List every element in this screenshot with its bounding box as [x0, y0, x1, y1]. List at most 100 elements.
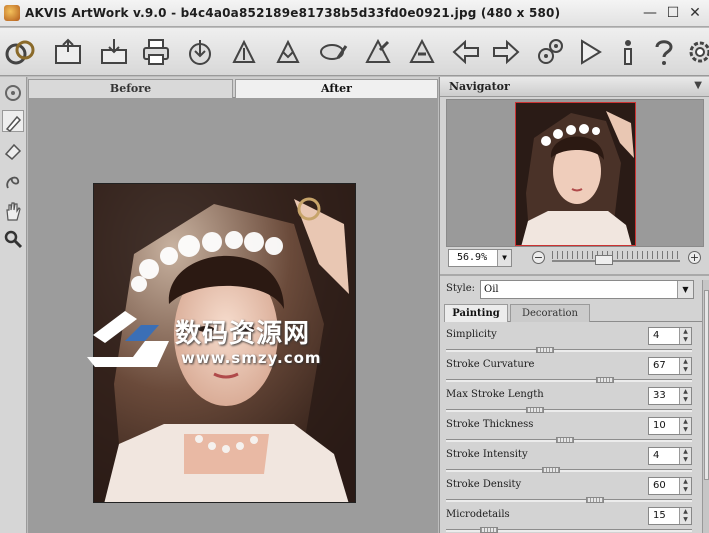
site-watermark: 数码资源网 www.smzy.com: [85, 305, 365, 385]
zoom-in-button[interactable]: +: [688, 251, 701, 264]
style-label: Style:: [446, 283, 476, 294]
view-tabs: Before After: [28, 77, 438, 98]
param-slider[interactable]: [446, 379, 692, 382]
param-value[interactable]: 15: [653, 510, 666, 521]
param-value[interactable]: 67: [653, 360, 666, 371]
spinner-icon[interactable]: ▲ ▼: [679, 448, 691, 464]
tab-before[interactable]: Before: [28, 79, 233, 98]
zoom-icon[interactable]: [2, 228, 24, 250]
load-preset-icon[interactable]: [362, 36, 394, 68]
navigator-preview[interactable]: [446, 99, 704, 247]
artwork-logo-icon[interactable]: [4, 36, 36, 68]
spinner-icon[interactable]: ▲ ▼: [679, 328, 691, 344]
spinner-icon[interactable]: ▲ ▼: [679, 358, 691, 374]
navigator-header[interactable]: Navigator ▼: [440, 77, 709, 97]
param-value-field[interactable]: 67 ▲ ▼: [648, 357, 692, 375]
param-value-field[interactable]: 4 ▲ ▼: [648, 327, 692, 345]
param-value-field[interactable]: 15 ▲ ▼: [648, 507, 692, 525]
preferences-icon[interactable]: [534, 36, 566, 68]
param-slider-handle[interactable]: [536, 347, 554, 353]
watermark-text: 数码资源网: [175, 319, 311, 349]
zoom-value: 56.9%: [457, 252, 488, 263]
param-label: Stroke Thickness: [446, 419, 534, 430]
print-icon[interactable]: [140, 36, 172, 68]
chevron-down-icon[interactable]: ▼: [677, 281, 693, 298]
parameter-list: Simplicity 4 ▲ ▼ Stroke Curvature 67 ▲ ▼ Max…: [440, 323, 702, 533]
batch-icon[interactable]: [272, 36, 304, 68]
spinner-icon[interactable]: ▲ ▼: [679, 388, 691, 404]
tab-decoration[interactable]: Decoration: [510, 304, 590, 322]
param-simplicity: Simplicity 4 ▲ ▼: [440, 325, 702, 355]
run-icon[interactable]: [574, 36, 606, 68]
spinner-icon[interactable]: ▲ ▼: [679, 418, 691, 434]
navigator-label: Navigator: [449, 80, 510, 93]
param-value-field[interactable]: 4 ▲ ▼: [648, 447, 692, 465]
param-value[interactable]: 60: [653, 480, 666, 491]
param-value-field[interactable]: 33 ▲ ▼: [648, 387, 692, 405]
settings-gear-icon[interactable]: [684, 36, 709, 68]
param-slider[interactable]: [446, 469, 692, 472]
info-icon[interactable]: [612, 36, 644, 68]
spinner-icon[interactable]: ▲ ▼: [679, 508, 691, 524]
brush-icon[interactable]: [2, 110, 24, 132]
param-microdetails: Microdetails 15 ▲ ▼: [440, 505, 702, 533]
param-slider-handle[interactable]: [556, 437, 574, 443]
param-slider[interactable]: [446, 349, 692, 352]
zoom-slider[interactable]: [552, 260, 680, 262]
param-stroke-thickness: Stroke Thickness 10 ▲ ▼: [440, 415, 702, 445]
style-row: Style: Oil ▼: [440, 280, 702, 300]
maximize-button[interactable]: ☐: [664, 4, 682, 22]
navigator-thumbnail[interactable]: [515, 102, 636, 246]
param-slider[interactable]: [446, 409, 692, 412]
param-slider-handle[interactable]: [480, 527, 498, 533]
collapse-arrow-icon[interactable]: ▼: [694, 80, 702, 91]
panel-scrollbar[interactable]: [702, 280, 709, 533]
param-label: Microdetails: [446, 509, 510, 520]
close-button[interactable]: ✕: [686, 4, 704, 22]
redo-arrow-icon[interactable]: [490, 36, 522, 68]
undo-arrow-icon[interactable]: [450, 36, 482, 68]
spinner-icon[interactable]: ▲ ▼: [679, 478, 691, 494]
param-slider-handle[interactable]: [542, 467, 560, 473]
smudge-icon[interactable]: [2, 170, 24, 192]
app-logo-icon: [4, 5, 20, 21]
zoom-out-button[interactable]: −: [532, 251, 545, 264]
param-value[interactable]: 10: [653, 420, 666, 431]
hand-icon[interactable]: [2, 200, 24, 222]
param-slider[interactable]: [446, 499, 692, 502]
settings-panel: Navigator ▼ 56.9% ▼ − + Style: Oil ▼ Pai…: [439, 77, 709, 533]
zoom-select[interactable]: 56.9% ▼: [448, 249, 512, 267]
zoom-slider-handle[interactable]: [595, 255, 613, 265]
help-icon[interactable]: [648, 36, 680, 68]
app-window: AKVIS ArtWork v.9.0 - b4c4a0a852189e8173…: [0, 0, 709, 533]
tab-painting[interactable]: Painting: [444, 304, 508, 322]
export-strokes-icon[interactable]: [228, 36, 260, 68]
minimize-button[interactable]: —: [641, 4, 659, 22]
share-icon[interactable]: [318, 36, 350, 68]
zoom-controls: 56.9% ▼ − +: [440, 249, 709, 271]
param-label: Stroke Intensity: [446, 449, 528, 460]
param-stroke-density: Stroke Density 60 ▲ ▼: [440, 475, 702, 505]
param-max-stroke-length: Max Stroke Length 33 ▲ ▼: [440, 385, 702, 415]
import-strokes-icon[interactable]: [184, 36, 216, 68]
param-value-field[interactable]: 10 ▲ ▼: [648, 417, 692, 435]
open-file-icon[interactable]: [52, 36, 84, 68]
scrollbar-thumb[interactable]: [704, 290, 709, 480]
title-bar: AKVIS ArtWork v.9.0 - b4c4a0a852189e8173…: [0, 0, 709, 27]
save-preset-icon[interactable]: [406, 36, 438, 68]
param-label: Simplicity: [446, 329, 497, 340]
param-value[interactable]: 4: [653, 330, 659, 341]
param-slider-handle[interactable]: [526, 407, 544, 413]
tab-after[interactable]: After: [235, 79, 438, 98]
style-select[interactable]: Oil ▼: [480, 280, 694, 299]
preview-window-icon[interactable]: [2, 82, 24, 104]
param-slider-handle[interactable]: [586, 497, 604, 503]
param-value[interactable]: 4: [653, 450, 659, 461]
eraser-icon[interactable]: [2, 140, 24, 162]
param-slider-handle[interactable]: [596, 377, 614, 383]
save-icon[interactable]: [98, 36, 130, 68]
param-value[interactable]: 33: [653, 390, 666, 401]
param-value-field[interactable]: 60 ▲ ▼: [648, 477, 692, 495]
chevron-down-icon[interactable]: ▼: [497, 250, 511, 266]
param-stroke-curvature: Stroke Curvature 67 ▲ ▼: [440, 355, 702, 385]
